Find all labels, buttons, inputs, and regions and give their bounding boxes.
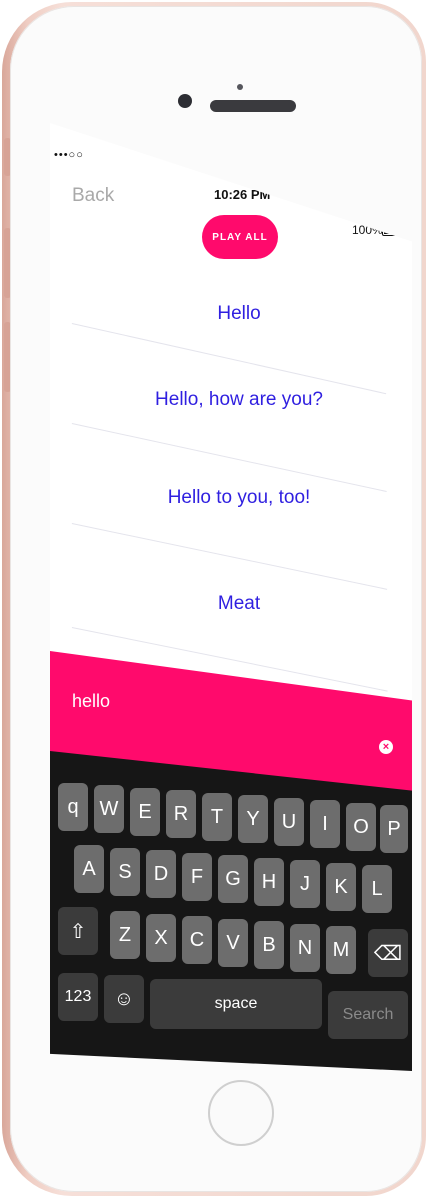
- key-j[interactable]: J: [290, 860, 320, 908]
- key-b[interactable]: B: [254, 921, 284, 969]
- key-w[interactable]: W: [94, 785, 124, 833]
- space-key[interactable]: space: [150, 979, 322, 1029]
- key-v[interactable]: V: [218, 919, 248, 967]
- keyboard: q W E R T Y U I O P A S D F G H J K L ⇧ …: [50, 751, 412, 1071]
- phrase-item[interactable]: Hello, how are you?: [50, 389, 412, 411]
- key-a[interactable]: A: [74, 845, 104, 893]
- signal-strength: •••○○: [54, 149, 84, 161]
- key-f[interactable]: F: [182, 853, 212, 901]
- phrase-item[interactable]: Meat: [50, 593, 412, 615]
- key-i[interactable]: I: [310, 800, 340, 848]
- key-h[interactable]: H: [254, 858, 284, 906]
- app-screen: •••○○ 10:26 PM 100% Back PLAY ALL Hello …: [50, 123, 412, 1071]
- front-camera: [178, 94, 192, 108]
- key-n[interactable]: N: [290, 924, 320, 972]
- key-r[interactable]: R: [166, 790, 196, 838]
- key-k[interactable]: K: [326, 863, 356, 911]
- key-s[interactable]: S: [110, 848, 140, 896]
- play-all-button[interactable]: PLAY ALL: [202, 215, 278, 259]
- key-y[interactable]: Y: [238, 795, 268, 843]
- key-l[interactable]: L: [362, 865, 392, 913]
- key-q[interactable]: q: [58, 783, 88, 831]
- key-u[interactable]: U: [274, 798, 304, 846]
- list-divider: [71, 423, 387, 493]
- phrase-item[interactable]: Hello: [50, 303, 412, 325]
- key-t[interactable]: T: [202, 793, 232, 841]
- phrase-item[interactable]: Hello to you, too!: [50, 487, 412, 509]
- proximity-sensor: [237, 84, 243, 90]
- delete-key[interactable]: ⌫: [368, 929, 408, 977]
- key-p[interactable]: P: [380, 805, 408, 853]
- numbers-key[interactable]: 123: [58, 973, 98, 1021]
- key-d[interactable]: D: [146, 850, 176, 898]
- key-g[interactable]: G: [218, 855, 248, 903]
- clear-icon[interactable]: ×: [379, 740, 393, 754]
- key-z[interactable]: Z: [110, 911, 140, 959]
- list-divider: [71, 523, 388, 590]
- home-button[interactable]: [208, 1080, 274, 1146]
- list-divider: [71, 323, 387, 395]
- search-input[interactable]: hello: [72, 691, 110, 712]
- emoji-key[interactable]: ☺: [104, 975, 144, 1023]
- key-e[interactable]: E: [130, 788, 160, 836]
- key-o[interactable]: O: [346, 803, 376, 851]
- key-x[interactable]: X: [146, 914, 176, 962]
- earpiece-speaker: [210, 100, 296, 112]
- key-c[interactable]: C: [182, 916, 212, 964]
- back-button[interactable]: Back: [72, 185, 114, 207]
- search-key[interactable]: Search: [328, 991, 408, 1039]
- shift-key[interactable]: ⇧: [58, 907, 98, 955]
- key-m[interactable]: M: [326, 926, 356, 974]
